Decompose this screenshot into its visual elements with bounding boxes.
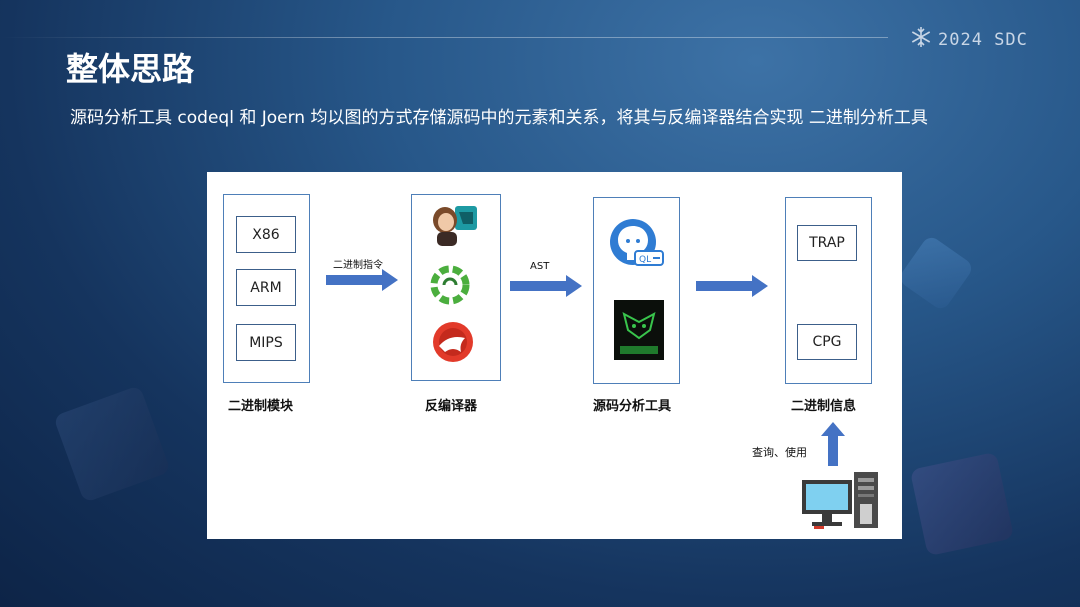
arch-mips: MIPS: [236, 324, 296, 361]
trap-item: TRAP: [797, 225, 857, 261]
binary-module-label: 二进制模块: [228, 399, 294, 414]
arch-arm: ARM: [236, 269, 296, 306]
arrow-up: [821, 422, 845, 466]
arrow-right: [696, 275, 768, 297]
decorative-cube: [53, 385, 171, 503]
svg-text:QL: QL: [639, 255, 651, 265]
diagram-panel: X86 ARM MIPS 二进制模块 二进制指令 反编译器 AST QL 源码分…: [207, 172, 902, 539]
snowflake-icon: [910, 26, 932, 53]
ida-icon: [431, 320, 475, 368]
brand-logo: 2024 SDC: [910, 26, 1028, 53]
brand-text: 2024 SDC: [938, 29, 1028, 50]
query-label: 查询、使用: [752, 446, 807, 459]
decompiler-label: 反编译器: [425, 399, 478, 414]
arrow-right: [510, 275, 582, 297]
arch-x86: X86: [236, 216, 296, 253]
codeql-icon: QL: [609, 218, 667, 274]
arrow2-label: AST: [530, 261, 550, 272]
header-divider: [0, 37, 888, 38]
binary-ninja-icon: [429, 204, 479, 252]
decorative-cube: [897, 234, 975, 312]
computer-icon: [802, 470, 882, 536]
angr-gear-icon: [429, 264, 471, 310]
page-title: 整体思路: [66, 50, 195, 88]
decorative-cube: [909, 451, 1015, 557]
source-tools-label: 源码分析工具: [593, 399, 672, 414]
page-subtitle: 源码分析工具 codeql 和 Joern 均以图的方式存储源码中的元素和关系，…: [70, 108, 928, 128]
joern-icon: [614, 300, 664, 364]
cpg-item: CPG: [797, 324, 857, 360]
arrow-right: [326, 269, 398, 291]
binary-info-label: 二进制信息: [791, 399, 857, 414]
